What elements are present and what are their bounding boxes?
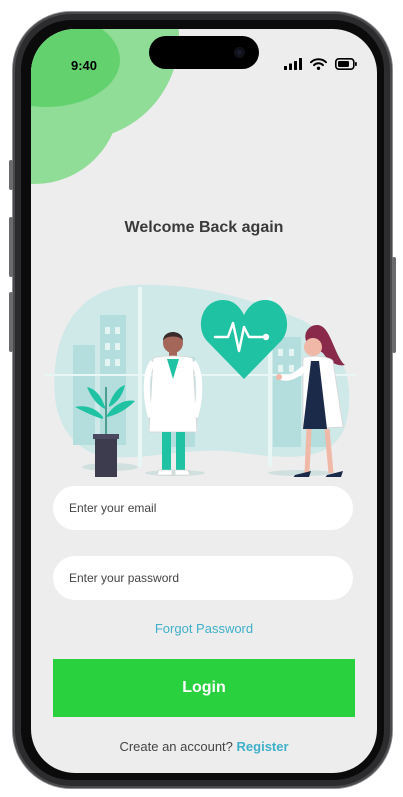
email-input[interactable]: [53, 486, 353, 530]
power-button: [392, 257, 396, 353]
silent-switch: [9, 160, 13, 190]
phone-frame: 9:40 Welcome Back again Enter your email…: [9, 12, 396, 788]
volume-up-button: [9, 217, 13, 277]
register-link[interactable]: Register: [237, 739, 289, 754]
wifi-icon: [310, 58, 327, 70]
status-icons: [284, 57, 357, 71]
register-row: Create an account? Register: [31, 739, 377, 754]
status-time: 9:40: [71, 58, 98, 73]
forgot-password-link[interactable]: Forgot Password: [31, 621, 377, 636]
battery-icon: [335, 58, 357, 70]
login-button[interactable]: Login: [53, 659, 355, 717]
screen: 9:40 Welcome Back again Enter your email…: [31, 29, 377, 773]
create-account-prompt: Create an account?: [119, 739, 233, 754]
volume-down-button: [9, 292, 13, 352]
dynamic-island: [149, 36, 259, 69]
signal-icon: [284, 58, 302, 70]
page-title: Welcome Back again: [124, 219, 284, 236]
doctors-illustration: [45, 284, 357, 477]
camera-icon: [234, 47, 245, 58]
password-input[interactable]: [53, 556, 353, 600]
